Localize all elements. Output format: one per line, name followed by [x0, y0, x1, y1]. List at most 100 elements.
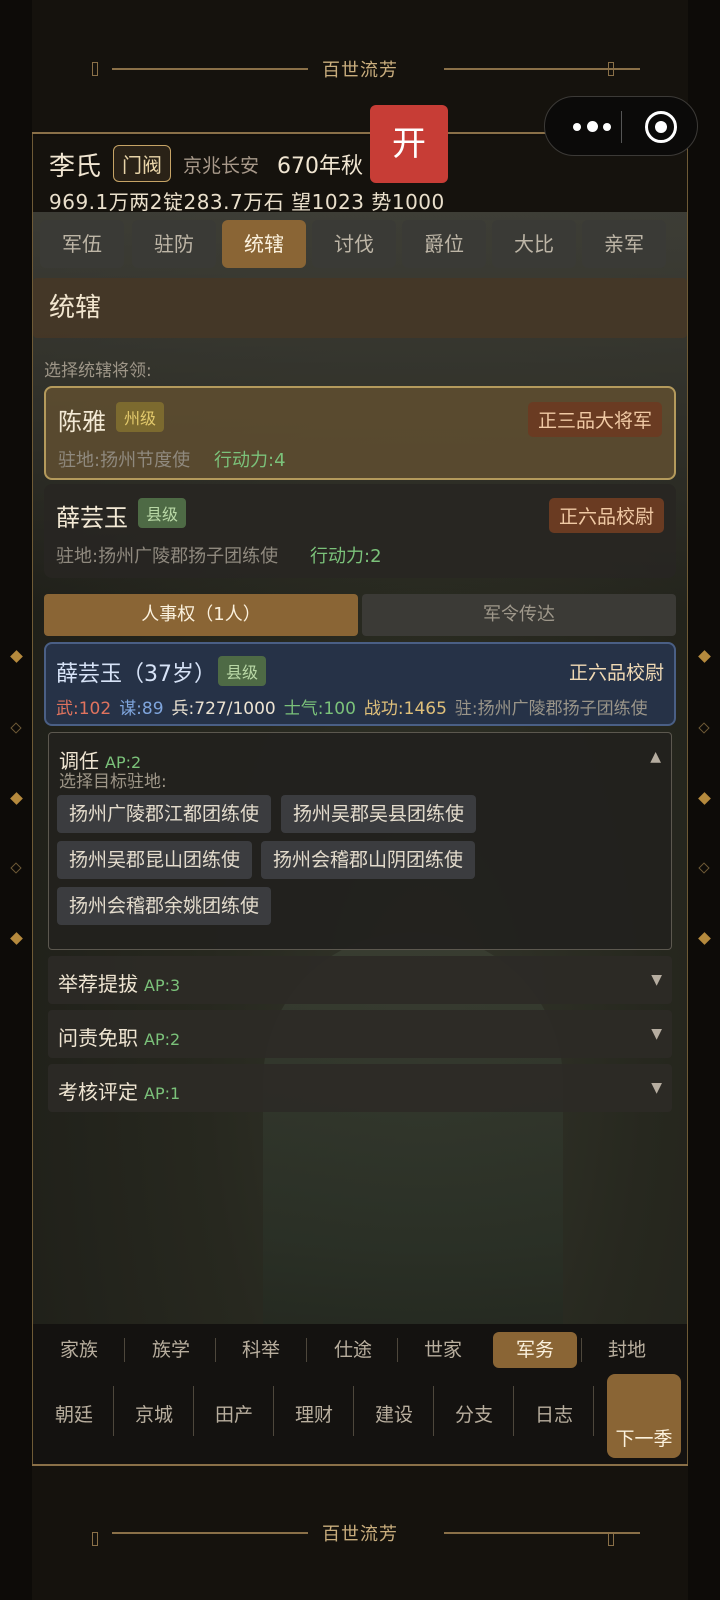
- more-icon[interactable]: [573, 119, 613, 135]
- station-option[interactable]: 扬州吴郡昆山团练使: [57, 841, 253, 879]
- side-ornament: [10, 862, 22, 874]
- general-action-points: 行动力:4: [214, 450, 286, 471]
- nav-divider: [397, 1338, 398, 1362]
- nav-divider: [193, 1386, 194, 1436]
- family-name: 李氏: [49, 152, 102, 182]
- banner-cap: [608, 1532, 614, 1546]
- stat-martial: 武:102: [56, 699, 112, 719]
- nav-log[interactable]: 日志: [515, 1400, 593, 1427]
- bottom-banner: 百世流芳: [32, 1464, 688, 1600]
- subordinate-card[interactable]: 薛芸玉（37岁） 县级 正六品校尉 武:102 谋:89 兵:727/1000 士气:…: [44, 642, 676, 726]
- assess-header[interactable]: 考核评定 AP:1: [58, 1076, 180, 1105]
- station-option[interactable]: 扬州会稽郡余姚团练使: [57, 887, 272, 925]
- general-name: 陈雅: [58, 408, 106, 436]
- family-rank-badge: 门阀: [113, 145, 171, 182]
- nav-exam[interactable]: 科举: [219, 1332, 303, 1368]
- transfer-panel: 调任 AP:2 ▲ 选择目标驻地: 扬州广陵郡江都团练使 扬州吴郡吴县团练使 扬州…: [48, 732, 672, 950]
- nav-build[interactable]: 建设: [355, 1400, 433, 1427]
- tab-army[interactable]: 军伍: [40, 220, 124, 268]
- side-ornament: [698, 650, 711, 663]
- subordinate-level-badge: 县级: [218, 656, 267, 686]
- side-ornament: [698, 722, 710, 734]
- nav-divider: [513, 1386, 514, 1436]
- general-rank-badge: 正六品校尉: [548, 498, 664, 533]
- tab-campaign[interactable]: 讨伐: [312, 220, 396, 268]
- tab-personnel[interactable]: 人事权（1人）: [44, 594, 358, 636]
- tab-garrison[interactable]: 驻防: [132, 220, 216, 268]
- assess-ap: AP:1: [144, 1084, 181, 1103]
- general-name: 薛芸玉: [56, 504, 128, 532]
- subordinate-rank: 正六品校尉: [568, 662, 664, 684]
- nav-clans[interactable]: 世家: [401, 1332, 485, 1368]
- stat-troops: 兵:727/1000: [171, 699, 276, 719]
- next-season-button[interactable]: 下一季: [607, 1374, 681, 1458]
- family-location: 京兆长安: [183, 155, 260, 177]
- mini-program-capsule[interactable]: [544, 96, 698, 156]
- general-level-badge: 州级: [116, 402, 165, 432]
- recommend-ap: AP:3: [144, 976, 181, 995]
- main-nav: 家族 族学 科举 仕途 世家 军务 封地: [33, 1324, 687, 1374]
- tab-contest[interactable]: 大比: [492, 220, 576, 268]
- nav-estate[interactable]: 田产: [195, 1400, 273, 1427]
- side-ornament: [10, 932, 23, 945]
- nav-career[interactable]: 仕途: [311, 1332, 395, 1368]
- nav-capital[interactable]: 京城: [115, 1400, 193, 1427]
- collapse-up-icon[interactable]: ▲: [650, 749, 661, 765]
- recommend-title: 举荐提拔: [58, 972, 138, 996]
- select-general-hint: 选择统辖将领:: [44, 361, 152, 381]
- nav-court[interactable]: 朝廷: [35, 1400, 113, 1427]
- nav-divider: [113, 1386, 114, 1436]
- assess-title: 考核评定: [58, 1080, 138, 1104]
- general-card[interactable]: 薛芸玉 县级 正六品校尉 驻地:扬州广陵郡扬子团练使 行动力:2: [44, 484, 676, 578]
- secondary-nav: 朝廷 京城 田产 理财 建设 分支 日志 下一季: [33, 1374, 687, 1464]
- military-tabs: 军伍 驻防 统辖 讨伐 爵位 大比 亲军: [40, 220, 680, 268]
- dismiss-header[interactable]: 问责免职 AP:2: [58, 1022, 180, 1051]
- nav-divider: [433, 1386, 434, 1436]
- station-option[interactable]: 扬州广陵郡江都团练使: [57, 795, 272, 833]
- side-ornament: [698, 932, 711, 945]
- stat-strategy: 谋:89: [119, 699, 164, 719]
- general-card[interactable]: 陈雅 州级 正三品大将军 驻地:扬州节度使 行动力:4: [44, 386, 676, 480]
- general-action-points: 行动力:2: [310, 546, 382, 567]
- resource-stats: 969.1万两2锭283.7万石 望1023 势1000: [49, 190, 445, 214]
- game-date: 670年秋: [277, 154, 363, 179]
- recommend-header[interactable]: 举荐提拔 AP:3: [58, 968, 180, 997]
- station-option[interactable]: 扬州吴郡吴县团练使: [281, 795, 477, 833]
- dismiss-panel[interactable]: 问责免职 AP:2 ▼: [48, 1010, 672, 1058]
- side-ornament: [10, 792, 23, 805]
- station-option[interactable]: 扬州会稽郡山阴团练使: [261, 841, 476, 879]
- side-ornament: [10, 722, 22, 734]
- side-ornament: [698, 862, 710, 874]
- select-station-hint: 选择目标驻地:: [59, 772, 167, 792]
- general-station: 驻地:扬州广陵郡扬子团练使: [56, 546, 279, 567]
- tab-command[interactable]: 统辖: [222, 220, 306, 268]
- recommend-panel[interactable]: 举荐提拔 AP:3 ▼: [48, 956, 672, 1004]
- nav-finance[interactable]: 理财: [275, 1400, 353, 1427]
- expand-down-icon[interactable]: ▼: [651, 1026, 662, 1042]
- nav-family[interactable]: 家族: [37, 1332, 121, 1368]
- section-title: 统辖: [33, 278, 687, 338]
- nav-clan-school[interactable]: 族学: [129, 1332, 213, 1368]
- tab-nobility[interactable]: 爵位: [402, 220, 486, 268]
- expand-down-icon[interactable]: ▼: [651, 972, 662, 988]
- nav-divider: [273, 1386, 274, 1436]
- nav-divider: [581, 1338, 582, 1362]
- nav-divider: [353, 1386, 354, 1436]
- nav-divider: [593, 1386, 594, 1436]
- close-target-icon[interactable]: [645, 111, 677, 143]
- tab-guard[interactable]: 亲军: [582, 220, 666, 268]
- assess-panel[interactable]: 考核评定 AP:1 ▼: [48, 1064, 672, 1112]
- stat-morale: 士气:100: [283, 699, 356, 719]
- capsule-divider: [621, 111, 622, 143]
- nav-military[interactable]: 军务: [493, 1332, 577, 1368]
- general-station: 驻地:扬州节度使: [58, 450, 191, 471]
- nav-branch[interactable]: 分支: [435, 1400, 513, 1427]
- tab-orders[interactable]: 军令传达: [362, 594, 676, 636]
- subordinate-stats: 武:102 谋:89 兵:727/1000 士气:100 战功:1465 驻:扬州广陵郡扬…: [56, 694, 656, 719]
- nav-divider: [306, 1338, 307, 1362]
- nav-fief[interactable]: 封地: [585, 1332, 669, 1368]
- open-button[interactable]: 开: [370, 105, 448, 183]
- banner-cap: [608, 62, 614, 76]
- expand-down-icon[interactable]: ▼: [651, 1080, 662, 1096]
- side-ornament: [10, 650, 23, 663]
